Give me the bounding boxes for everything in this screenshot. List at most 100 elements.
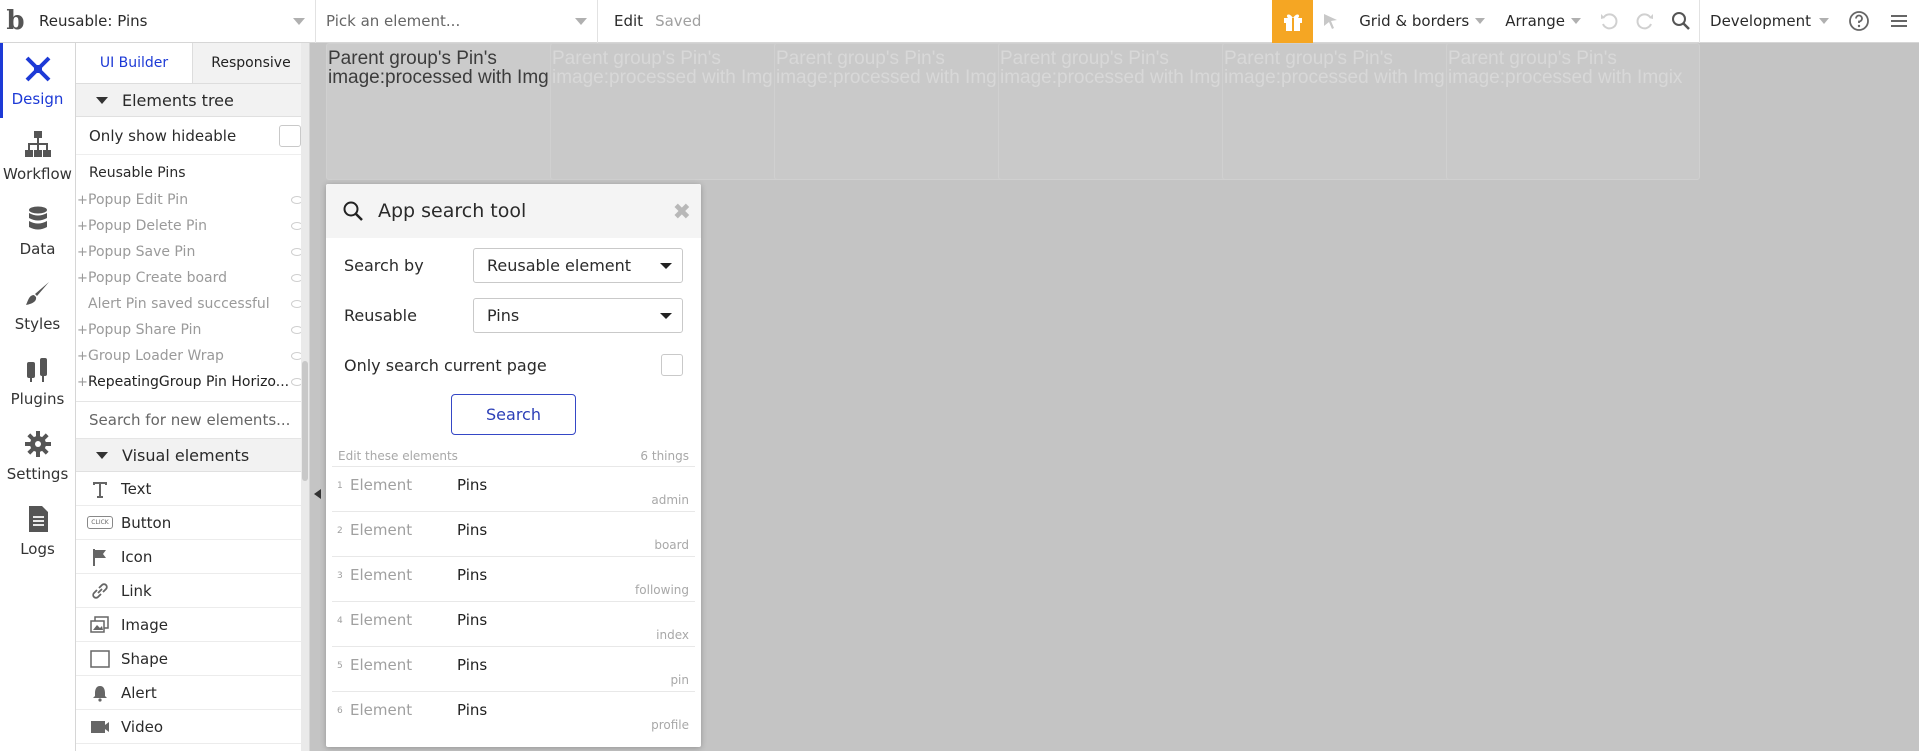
environment-selector[interactable]: Development bbox=[1699, 0, 1839, 43]
reusable-row: Reusable Pins bbox=[326, 290, 701, 340]
visual-elements-list: Text CLICK Button Icon Link Image Shape Alert Vi… bbox=[76, 472, 309, 751]
search-by-select[interactable]: Reusable element bbox=[473, 247, 683, 283]
search-tool-button[interactable] bbox=[1663, 0, 1699, 43]
chevron-down-icon bbox=[293, 17, 305, 25]
expand-plus-icon[interactable]: + bbox=[77, 193, 88, 208]
bubble-logo[interactable]: b bbox=[0, 0, 31, 43]
help-icon bbox=[1849, 11, 1869, 31]
visual-element-shape[interactable]: Shape bbox=[76, 642, 309, 676]
repeating-group-cell[interactable]: Parent group's Pin's image:processed wit… bbox=[1446, 43, 1700, 180]
arrange-menu[interactable]: Arrange bbox=[1495, 0, 1591, 43]
expand-plus-icon[interactable]: + bbox=[77, 375, 88, 390]
visual-elements-header[interactable]: Visual elements bbox=[76, 439, 309, 472]
editor-menu-button[interactable] bbox=[1879, 0, 1919, 43]
tab-ui-builder[interactable]: UI Builder bbox=[76, 43, 193, 83]
element-picker-placeholder: Pick an element... bbox=[326, 12, 461, 30]
tree-item[interactable]: + Popup Delete Pin bbox=[76, 213, 309, 239]
pointer-tool[interactable] bbox=[1313, 0, 1349, 43]
result-row[interactable]: 5 Element Pins pin bbox=[332, 646, 695, 691]
expand-plus-icon[interactable]: + bbox=[77, 323, 88, 338]
visual-element-text[interactable]: Text bbox=[76, 472, 309, 506]
text-icon bbox=[88, 479, 112, 499]
repeating-group-cell[interactable]: Parent group's Pin's image:processed wit… bbox=[326, 43, 580, 180]
tree-item-label: Popup Delete Pin bbox=[88, 218, 207, 234]
help-button[interactable] bbox=[1839, 0, 1879, 43]
nav-data[interactable]: Data bbox=[0, 193, 75, 268]
close-icon[interactable]: ✖ bbox=[673, 200, 691, 225]
shape-icon bbox=[88, 649, 112, 669]
visual-element-button[interactable]: CLICK Button bbox=[76, 506, 309, 540]
result-row[interactable]: 2 Element Pins board bbox=[332, 511, 695, 556]
result-name: Pins bbox=[457, 701, 488, 719]
result-row[interactable]: 6 Element Pins profile bbox=[332, 691, 695, 736]
result-row[interactable]: 4 Element Pins index bbox=[332, 601, 695, 646]
search-new-elements-input[interactable]: Search for new elements... bbox=[76, 401, 309, 439]
tree-item[interactable]: + Popup Create board bbox=[76, 265, 309, 291]
expand-plus-icon[interactable]: + bbox=[77, 271, 88, 286]
visual-element-image[interactable]: Image bbox=[76, 608, 309, 642]
visual-element-alert[interactable]: Alert bbox=[76, 676, 309, 710]
tab-responsive[interactable]: Responsive bbox=[193, 43, 309, 83]
nav-styles[interactable]: Styles bbox=[0, 268, 75, 343]
undo-icon bbox=[1601, 13, 1618, 30]
repeating-group-cell[interactable]: Parent group's Pin's image:processed wit… bbox=[1222, 43, 1476, 180]
visual-element-label: Alert bbox=[121, 683, 157, 702]
tree-root-item[interactable]: Reusable Pins bbox=[76, 155, 309, 187]
tree-item[interactable]: Alert Pin saved successful bbox=[76, 291, 309, 317]
tree-item[interactable]: + Popup Share Pin bbox=[76, 317, 309, 343]
result-index: 2 bbox=[337, 526, 343, 536]
page-selector[interactable]: Reusable: Pins bbox=[31, 0, 316, 43]
workflow-icon bbox=[24, 130, 51, 157]
search-button[interactable]: Search bbox=[451, 394, 576, 435]
repeating-group-cell[interactable]: Parent group's Pin's image:processed wit… bbox=[774, 43, 1028, 180]
cursor-icon bbox=[1324, 14, 1338, 29]
redo-button[interactable] bbox=[1627, 0, 1663, 43]
result-name: Pins bbox=[457, 656, 488, 674]
reusable-label: Reusable bbox=[344, 305, 417, 325]
expand-plus-icon[interactable]: + bbox=[77, 245, 88, 260]
tree-item-label: Alert Pin saved successful bbox=[88, 296, 270, 312]
nav-logs[interactable]: Logs bbox=[0, 493, 75, 568]
tree-item[interactable]: + Popup Edit Pin bbox=[76, 187, 309, 213]
repeating-group-cell[interactable]: Parent group's Pin's image:processed wit… bbox=[998, 43, 1252, 180]
tree-item[interactable]: + RepeatingGroup Pin Horizo... bbox=[76, 369, 309, 395]
only-current-page-checkbox[interactable] bbox=[661, 354, 683, 376]
panel-scrollbar[interactable] bbox=[301, 43, 309, 751]
tree-item[interactable]: + Popup Save Pin bbox=[76, 239, 309, 265]
repeating-group-cell[interactable]: Parent group's Pin's image:processed wit… bbox=[550, 43, 804, 180]
elements-tree-header[interactable]: Elements tree bbox=[76, 84, 309, 117]
visual-element-label: Icon bbox=[121, 547, 153, 566]
visual-element-label: Shape bbox=[121, 649, 168, 668]
search-by-label: Search by bbox=[344, 255, 424, 275]
only-show-hideable-checkbox[interactable] bbox=[279, 124, 301, 147]
expand-plus-icon[interactable]: + bbox=[77, 219, 88, 234]
reusable-value: Pins bbox=[487, 305, 520, 325]
visual-element-label: Button bbox=[121, 513, 172, 532]
collapse-panel-arrow-icon[interactable] bbox=[314, 489, 321, 499]
result-page: index bbox=[656, 628, 689, 642]
panel-scrollbar-thumb[interactable] bbox=[302, 361, 308, 481]
top-bar: b Reusable: Pins Pick an element... Edit… bbox=[0, 0, 1919, 43]
result-page: pin bbox=[670, 673, 689, 687]
result-row[interactable]: 3 Element Pins following bbox=[332, 556, 695, 601]
visual-element-icon[interactable]: Icon bbox=[76, 540, 309, 574]
visual-element-link[interactable]: Link bbox=[76, 574, 309, 608]
tree-item-label: RepeatingGroup Pin Horizo... bbox=[88, 374, 290, 390]
visual-element-label: Image bbox=[121, 615, 168, 634]
nav-design[interactable]: Design bbox=[0, 43, 75, 118]
result-row[interactable]: 1 Element Pins admin bbox=[332, 466, 695, 511]
element-picker[interactable]: Pick an element... bbox=[316, 0, 598, 43]
result-page: admin bbox=[651, 493, 689, 507]
nav-workflow[interactable]: Workflow bbox=[0, 118, 75, 193]
nav-plugins[interactable]: Plugins bbox=[0, 343, 75, 418]
tree-item[interactable]: + Group Loader Wrap bbox=[76, 343, 309, 369]
expand-plus-icon[interactable]: + bbox=[77, 349, 88, 364]
edit-menu[interactable]: Edit bbox=[598, 12, 655, 30]
visual-element-video[interactable]: Video bbox=[76, 710, 309, 744]
visual-element-html[interactable]: </>HTML bbox=[76, 744, 309, 751]
undo-button[interactable] bbox=[1591, 0, 1627, 43]
gift-button[interactable] bbox=[1272, 0, 1314, 43]
reusable-select[interactable]: Pins bbox=[473, 297, 683, 333]
grid-borders-menu[interactable]: Grid & borders bbox=[1349, 0, 1495, 43]
nav-settings[interactable]: Settings bbox=[0, 418, 75, 493]
